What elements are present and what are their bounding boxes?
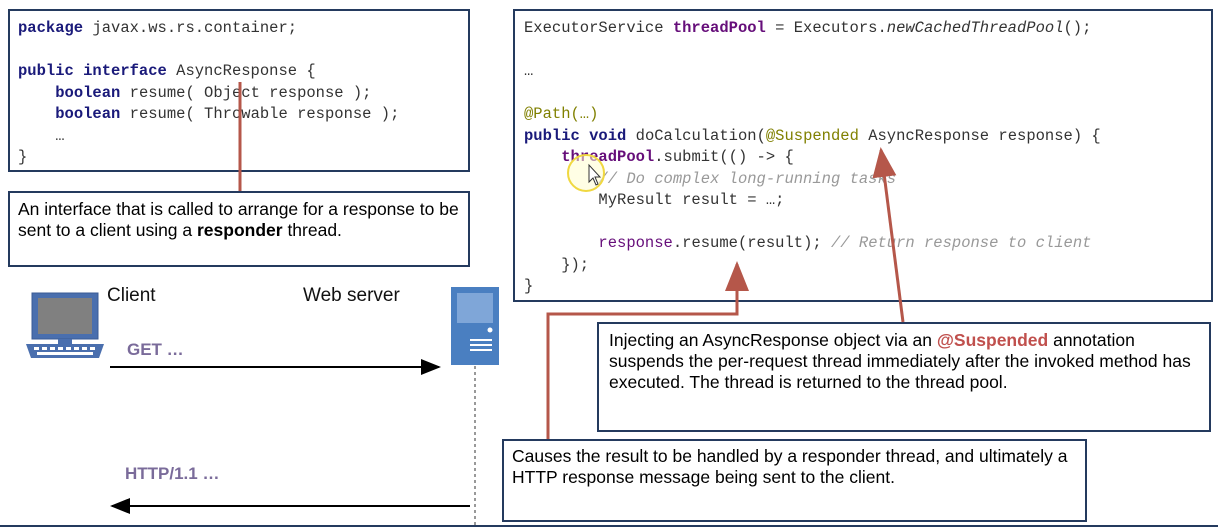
pointer-line [872,147,905,323]
pointer-line [546,261,749,439]
diagram-graphics [0,82,1218,527]
cursor-highlight [567,154,605,192]
computer-icon [26,292,104,358]
server-icon [451,287,499,365]
